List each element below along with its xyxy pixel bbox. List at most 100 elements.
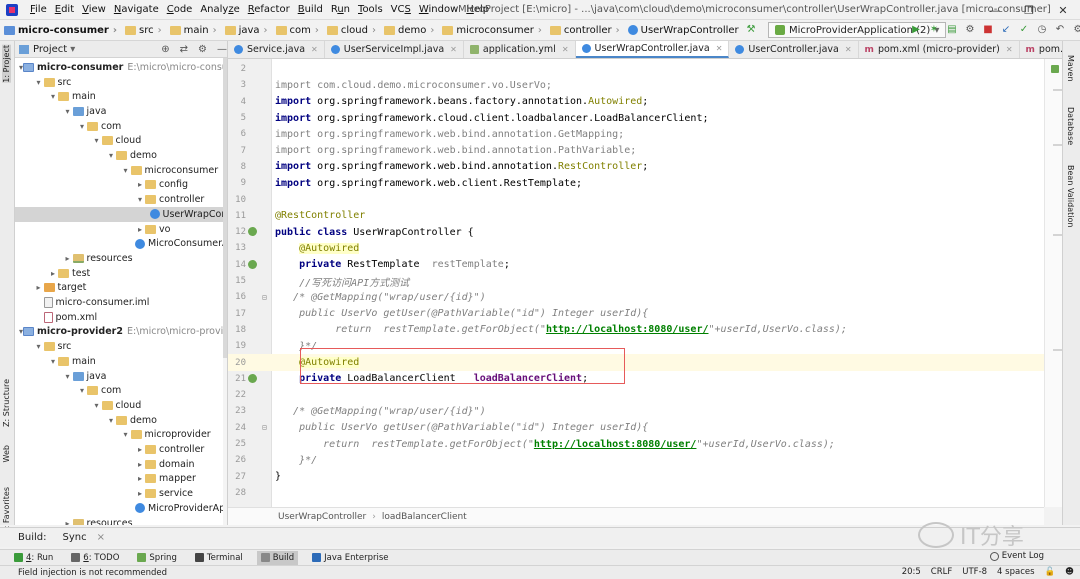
- tool-tab[interactable]: Terminal: [191, 551, 247, 565]
- editor-tab[interactable]: application.yml ✕: [464, 41, 576, 58]
- breadcrumb-item[interactable]: cloud ›: [323, 25, 380, 36]
- project-tool-tab[interactable]: 1: Project: [2, 45, 11, 83]
- fold-icon[interactable]: ⊟: [262, 423, 267, 432]
- tree-row[interactable]: ▾ java: [15, 104, 227, 119]
- chevron-down-icon[interactable]: ▾: [34, 78, 44, 87]
- chevron-down-icon[interactable]: ▾: [106, 416, 116, 425]
- chevron-right-icon[interactable]: ▸: [63, 254, 73, 263]
- minimize-icon[interactable]: —: [978, 0, 1012, 20]
- chevron-down-icon[interactable]: ▾: [63, 372, 73, 381]
- settings-icon[interactable]: ⚙: [1072, 23, 1080, 35]
- lock-icon[interactable]: 🔓: [1045, 567, 1056, 577]
- coverage-icon[interactable]: ▤: [946, 23, 958, 35]
- tree-row[interactable]: ▸ mapper: [15, 472, 227, 487]
- menu-item[interactable]: Analyze: [196, 4, 243, 15]
- tree-row[interactable]: ▾micro-provider2E:\micro\micro-provider2: [15, 325, 227, 340]
- revert-icon[interactable]: ↶: [1054, 23, 1066, 35]
- menu-item[interactable]: File: [26, 4, 51, 15]
- spring-bean-icon[interactable]: [248, 227, 257, 236]
- chevron-right-icon[interactable]: ▸: [135, 474, 145, 483]
- chevron-down-icon[interactable]: ▾: [135, 195, 145, 204]
- close-icon[interactable]: ×: [97, 532, 105, 543]
- chevron-down-icon[interactable]: ▾: [92, 401, 102, 410]
- sync-icon[interactable]: ⊕: [161, 44, 169, 55]
- chevron-down-icon[interactable]: ▾: [34, 342, 44, 351]
- file-encoding[interactable]: UTF-8: [962, 567, 987, 577]
- structure-tool-tab[interactable]: Z: Structure: [2, 379, 11, 427]
- editor-breadcrumb-field[interactable]: loadBalancerClient: [382, 512, 467, 522]
- tree-row[interactable]: ▸ resources: [15, 516, 227, 525]
- close-icon[interactable]: ✕: [1046, 0, 1080, 20]
- menu-item[interactable]: VCS: [387, 4, 415, 15]
- tree-row[interactable]: ▸ test: [15, 266, 227, 281]
- tool-tab[interactable]: Spring: [133, 551, 180, 565]
- vcs-update-icon[interactable]: ↙: [1000, 23, 1012, 35]
- tree-row[interactable]: ▾micro-consumerE:\micro\micro-consumer: [15, 60, 227, 75]
- chevron-right-icon[interactable]: ▸: [48, 269, 58, 278]
- breadcrumb-item[interactable]: java ›: [221, 25, 272, 36]
- sync-tab[interactable]: Sync: [58, 531, 90, 544]
- tree-row[interactable]: ▾ demo: [15, 148, 227, 163]
- indent-setting[interactable]: 4 spaces: [997, 567, 1034, 577]
- bean-validation-tool-tab[interactable]: Bean Validation: [1066, 165, 1075, 227]
- tree-row[interactable]: ▾ microprovider: [15, 428, 227, 443]
- vcs-commit-icon[interactable]: ✓: [1018, 23, 1030, 35]
- cursor-position[interactable]: 20:5: [902, 567, 921, 577]
- stop-icon[interactable]: ■: [982, 23, 994, 35]
- close-icon[interactable]: ✕: [845, 45, 852, 54]
- chevron-right-icon[interactable]: ▸: [63, 519, 73, 525]
- close-icon[interactable]: ✕: [311, 45, 318, 54]
- tree-row[interactable]: ▸ domain: [15, 457, 227, 472]
- run-icon[interactable]: ▶: [910, 23, 922, 35]
- editor-tab[interactable]: UserServiceImpl.java ✕: [325, 41, 464, 58]
- editor-tab[interactable]: m pom.xml (micro-provider) ✕: [859, 41, 1020, 58]
- chevron-right-icon[interactable]: ▸: [135, 489, 145, 498]
- chevron-right-icon[interactable]: ▸: [34, 283, 44, 292]
- code-editor[interactable]: 2 3 import com.cloud.demo.microconsumer.vo…: [228, 59, 1044, 507]
- editor-tab[interactable]: UserController.java ✕: [729, 41, 859, 58]
- close-icon[interactable]: ✕: [716, 44, 723, 53]
- profile-icon[interactable]: ⚙: [964, 23, 976, 35]
- close-icon[interactable]: ✕: [562, 45, 569, 54]
- tool-tab[interactable]: Java Enterprise: [308, 551, 392, 565]
- collapse-all-icon[interactable]: ⇄: [180, 44, 188, 55]
- gear-icon[interactable]: ⚙: [198, 44, 207, 55]
- tree-row[interactable]: ▾ demo: [15, 413, 227, 428]
- database-tool-tab[interactable]: Database: [1066, 107, 1075, 145]
- tree-row[interactable]: UserWrapController: [15, 207, 227, 222]
- tool-tab[interactable]: 6: TODO: [67, 551, 123, 565]
- menu-item[interactable]: Refactor: [244, 4, 294, 15]
- tree-row[interactable]: ▾ com: [15, 119, 227, 134]
- hammer-icon[interactable]: ⚒: [745, 23, 757, 35]
- breadcrumb-item[interactable]: src ›: [121, 25, 166, 36]
- chevron-down-icon[interactable]: ▾: [70, 44, 75, 55]
- close-icon[interactable]: ✕: [450, 45, 457, 54]
- tree-row[interactable]: MicroProviderApplication: [15, 501, 227, 516]
- tree-row[interactable]: ▸ service: [15, 486, 227, 501]
- editor-tab[interactable]: UserWrapController.java ✕: [575, 41, 730, 58]
- tree-row[interactable]: pom.xml: [15, 310, 227, 325]
- project-panel-title[interactable]: Project: [33, 44, 67, 55]
- menu-item[interactable]: Window: [415, 4, 462, 15]
- tree-row[interactable]: ▾ main: [15, 89, 227, 104]
- breadcrumb-item[interactable]: main ›: [166, 25, 221, 36]
- chevron-right-icon[interactable]: ▸: [135, 460, 145, 469]
- tree-row[interactable]: ▾ controller: [15, 192, 227, 207]
- chevron-down-icon[interactable]: ▾: [48, 92, 58, 101]
- tree-row[interactable]: ▾ cloud: [15, 398, 227, 413]
- editor-breadcrumb-class[interactable]: UserWrapController: [278, 512, 366, 522]
- menu-item[interactable]: Build: [294, 4, 327, 15]
- breadcrumb-item[interactable]: micro-consumer ›: [0, 25, 121, 36]
- web-tool-tab[interactable]: Web: [2, 445, 11, 462]
- chevron-right-icon[interactable]: ▸: [135, 445, 145, 454]
- tree-row[interactable]: micro-consumer.iml: [15, 295, 227, 310]
- chevron-down-icon[interactable]: ▾: [106, 151, 116, 160]
- tree-row[interactable]: ▾ cloud: [15, 134, 227, 149]
- editor-tab[interactable]: Service.java ✕: [228, 41, 325, 58]
- chevron-down-icon[interactable]: ▾: [77, 122, 87, 131]
- chevron-down-icon[interactable]: ▾: [121, 166, 131, 175]
- menu-item[interactable]: Code: [163, 4, 197, 15]
- line-separator[interactable]: CRLF: [931, 567, 952, 577]
- hide-icon[interactable]: —: [217, 44, 227, 55]
- tree-row[interactable]: ▸ config: [15, 178, 227, 193]
